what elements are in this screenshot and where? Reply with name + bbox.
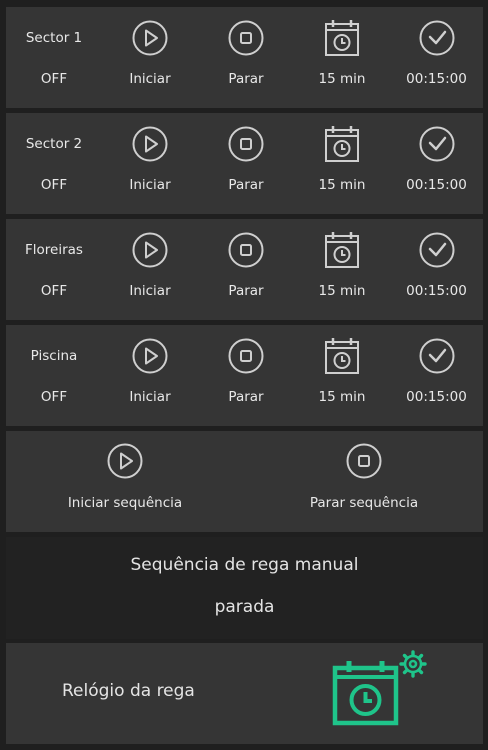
zone-card-piscina: Piscina OFF Iniciar Parar 15 min 00:15:0… — [6, 325, 483, 426]
gear-icon[interactable] — [399, 650, 427, 682]
start-sequence-label: Iniciar sequência — [67, 495, 183, 511]
duration-button[interactable]: 15 min — [294, 325, 390, 426]
stop-icon — [198, 18, 294, 58]
zone-name: Sector 2 — [25, 136, 83, 152]
zone-status: OFF — [40, 283, 68, 299]
stop-icon — [198, 230, 294, 270]
stop-icon — [198, 124, 294, 164]
sequence-status-panel: Sequência de rega manual parada — [6, 537, 483, 639]
clock-icon — [390, 124, 483, 164]
stop-button[interactable]: Parar — [198, 113, 294, 214]
play-icon — [102, 336, 198, 376]
play-icon — [6, 443, 244, 479]
duration-value: 15 min — [318, 177, 366, 193]
stop-button[interactable]: Parar — [198, 325, 294, 426]
duration-button[interactable]: 15 min — [294, 7, 390, 108]
stop-label: Parar — [228, 389, 264, 405]
stop-icon — [245, 443, 483, 479]
duration-button[interactable]: 15 min — [294, 113, 390, 214]
zone-name-cell: Sector 2 OFF — [6, 113, 102, 214]
duration-value: 15 min — [318, 283, 366, 299]
zone-name-cell: Sector 1 OFF — [6, 7, 102, 108]
play-icon — [102, 230, 198, 270]
stop-sequence-button[interactable]: Parar sequência — [245, 431, 483, 532]
zone-name: Sector 1 — [25, 30, 83, 46]
duration-value: 15 min — [318, 389, 366, 405]
start-label: Iniciar — [129, 177, 171, 193]
calendar-clock-icon — [294, 336, 390, 376]
timer-cell: 00:15:00 — [390, 7, 483, 108]
zone-card-sector-1: Sector 1 OFF Iniciar Parar 15 min 00:15:… — [6, 7, 483, 108]
remaining-time: 00:15:00 — [406, 283, 467, 299]
start-label: Iniciar — [129, 283, 171, 299]
stop-label: Parar — [228, 283, 264, 299]
stop-sequence-label: Parar sequência — [309, 495, 419, 511]
irrigation-clock-label: Relógio da rega — [62, 681, 195, 701]
zone-name: Piscina — [30, 348, 78, 364]
clock-icon — [390, 230, 483, 270]
clock-icon — [390, 336, 483, 376]
stop-button[interactable]: Parar — [198, 219, 294, 320]
start-button[interactable]: Iniciar — [102, 325, 198, 426]
status-line-2: parada — [214, 597, 275, 617]
clock-icon — [390, 18, 483, 58]
zone-name: Floreiras — [25, 242, 83, 258]
zone-status: OFF — [40, 389, 68, 405]
timer-cell: 00:15:00 — [390, 219, 483, 320]
play-icon — [102, 18, 198, 58]
calendar-clock-icon — [294, 18, 390, 58]
start-sequence-button[interactable]: Iniciar sequência — [6, 431, 244, 532]
duration-value: 15 min — [318, 71, 366, 87]
duration-button[interactable]: 15 min — [294, 219, 390, 320]
play-icon — [102, 124, 198, 164]
remaining-time: 00:15:00 — [406, 71, 467, 87]
zone-name-cell: Floreiras OFF — [6, 219, 102, 320]
zone-card-sector-2: Sector 2 OFF Iniciar Parar 15 min 00:15:… — [6, 113, 483, 214]
zone-status: OFF — [40, 71, 68, 87]
stop-button[interactable]: Parar — [198, 7, 294, 108]
stop-label: Parar — [228, 177, 264, 193]
zone-status: OFF — [40, 177, 68, 193]
zone-name-cell: Piscina OFF — [6, 325, 102, 426]
start-button[interactable]: Iniciar — [102, 7, 198, 108]
remaining-time: 00:15:00 — [406, 177, 467, 193]
start-button[interactable]: Iniciar — [102, 113, 198, 214]
start-label: Iniciar — [129, 389, 171, 405]
start-button[interactable]: Iniciar — [102, 219, 198, 320]
timer-cell: 00:15:00 — [390, 325, 483, 426]
remaining-time: 00:15:00 — [406, 389, 467, 405]
calendar-clock-icon — [294, 124, 390, 164]
irrigation-clock-card[interactable]: Relógio da rega — [6, 643, 483, 744]
stop-icon — [198, 336, 294, 376]
timer-cell: 00:15:00 — [390, 113, 483, 214]
zone-card-floreiras: Floreiras OFF Iniciar Parar 15 min 00:15… — [6, 219, 483, 320]
start-label: Iniciar — [129, 71, 171, 87]
sequence-card: Iniciar sequência Parar sequência — [6, 431, 483, 532]
calendar-clock-icon — [294, 230, 390, 270]
status-line-1: Sequência de rega manual — [130, 555, 359, 575]
stop-label: Parar — [228, 71, 264, 87]
